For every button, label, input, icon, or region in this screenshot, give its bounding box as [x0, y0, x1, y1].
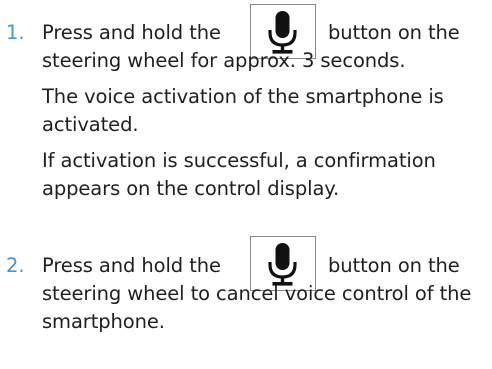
step-number: 2. — [6, 254, 25, 277]
step-text: Press and hold the — [42, 254, 221, 277]
result-text: activated. — [42, 113, 139, 136]
step-text: button on the — [328, 254, 460, 277]
step-text: steering wheel for approx. 3 seconds. — [42, 49, 406, 72]
result-text: appears on the control display. — [42, 177, 340, 200]
step-text: smartphone. — [42, 310, 165, 333]
result-text: The voice activation of the smartphone i… — [42, 85, 444, 108]
step-number: 1. — [6, 21, 25, 44]
step-text: Press and hold the — [42, 21, 221, 44]
step-text: button on the — [328, 21, 460, 44]
step-text: steering wheel to cancel voice control o… — [42, 282, 472, 305]
result-text: If activation is successful, a confirmat… — [42, 149, 436, 172]
